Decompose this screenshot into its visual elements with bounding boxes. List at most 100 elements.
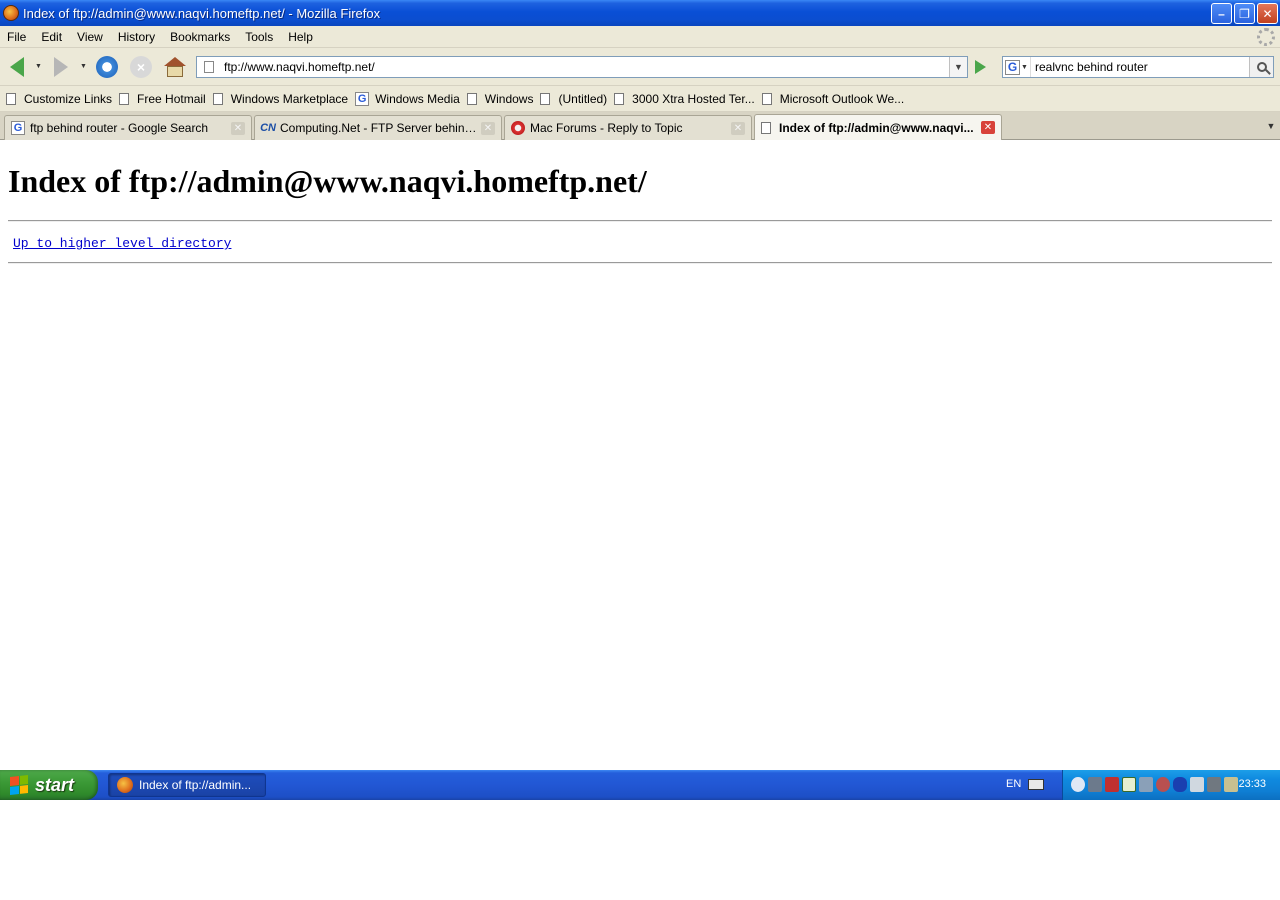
bookmark-customize-links[interactable]: Customize Links xyxy=(6,92,112,106)
search-input[interactable]: realvnc behind router xyxy=(1035,60,1148,74)
bluetooth-icon[interactable] xyxy=(1173,777,1187,792)
url-bar[interactable]: ftp://www.naqvi.homeftp.net/ ▼ xyxy=(196,56,968,78)
search-bar[interactable]: G ▼ realvnc behind router xyxy=(1002,56,1274,78)
security-icon[interactable] xyxy=(1156,777,1170,792)
computing-net-icon: CN xyxy=(260,122,276,134)
tab-computing-net[interactable]: CN Computing.Net - FTP Server behind ro.… xyxy=(254,115,502,140)
home-icon xyxy=(164,57,186,77)
monitor-icon[interactable] xyxy=(1207,777,1221,792)
tab-ftp-index[interactable]: Index of ftp://admin@www.naqvi... ✕ xyxy=(754,114,1002,140)
url-text[interactable]: ftp://www.naqvi.homeftp.net/ xyxy=(224,60,375,74)
bookmark-label: (Untitled) xyxy=(558,91,608,106)
firefox-icon xyxy=(117,777,133,793)
page-icon xyxy=(6,92,16,105)
tab-close-button[interactable]: ✕ xyxy=(481,122,495,135)
keyboard-icon[interactable] xyxy=(1028,779,1044,790)
page-icon xyxy=(204,61,214,73)
bookmark-microsoft-outlook[interactable]: Microsoft Outlook We... xyxy=(761,91,905,106)
page-title: Index of ftp://admin@www.naqvi.homeftp.n… xyxy=(8,163,647,199)
navigation-toolbar: ▼ ▼ × ftp://www.naqvi.homeftp.net/ ▼ G ▼… xyxy=(0,48,1280,86)
tab-label: Index of ftp://admin@www.naqvi... xyxy=(779,120,974,135)
mac-forums-icon xyxy=(511,121,525,135)
search-icon xyxy=(1256,62,1267,72)
bookmark-windows-media[interactable]: G Windows Media xyxy=(355,91,460,106)
taskbar-firefox-button[interactable]: Index of ftp://admin... xyxy=(108,773,266,797)
menu-history[interactable]: History xyxy=(111,30,163,44)
windows-logo-icon xyxy=(10,775,28,795)
taskbar: start Index of ftp://admin... EN 23:33 xyxy=(0,770,1280,800)
tab-close-button[interactable]: ✕ xyxy=(231,122,245,135)
start-button[interactable]: start xyxy=(0,770,98,800)
menu-bar: File Edit View History Bookmarks Tools H… xyxy=(0,26,1280,48)
usb-device-icon[interactable] xyxy=(1224,777,1238,792)
stop-button[interactable]: × xyxy=(128,54,154,80)
url-history-dropdown[interactable]: ▼ xyxy=(949,57,967,77)
close-button[interactable]: ✕ xyxy=(1257,3,1278,24)
tab-close-button[interactable]: ✕ xyxy=(731,122,745,135)
google-icon: G xyxy=(355,91,370,106)
vnc-icon[interactable] xyxy=(1122,777,1136,792)
menu-bookmarks[interactable]: Bookmarks xyxy=(163,30,238,44)
search-button[interactable] xyxy=(1249,57,1273,77)
minimize-button[interactable]: – xyxy=(1211,3,1232,24)
show-hidden-icons-icon[interactable] xyxy=(1071,777,1085,792)
bookmark-label: Microsoft Outlook We... xyxy=(779,91,905,106)
window-titlebar[interactable]: Index of ftp://admin@www.naqvi.homeftp.n… xyxy=(0,0,1280,26)
tray-icons xyxy=(1071,777,1238,792)
forward-history-dropdown[interactable]: ▼ xyxy=(80,63,88,71)
bookmark-label: Free Hotmail xyxy=(137,91,206,106)
network-icon[interactable] xyxy=(1088,777,1102,792)
bookmark-label: 3000 Xtra Hosted Ter... xyxy=(632,91,755,106)
page-icon xyxy=(614,92,625,105)
tab-mac-forums[interactable]: Mac Forums - Reply to Topic ✕ xyxy=(504,115,752,140)
back-button[interactable] xyxy=(4,54,30,80)
menu-edit[interactable]: Edit xyxy=(34,30,70,44)
clock[interactable]: 23:33 xyxy=(1238,778,1266,790)
bookmarks-toolbar: Customize Links Free Hotmail Windows Mar… xyxy=(0,86,1280,112)
page-icon xyxy=(466,92,477,105)
tab-close-button[interactable]: ✕ xyxy=(981,121,995,134)
bookmark-label: Windows xyxy=(484,91,534,106)
page-icon xyxy=(119,92,130,105)
google-icon: G xyxy=(11,121,25,135)
menu-help[interactable]: Help xyxy=(281,30,321,44)
go-button[interactable] xyxy=(970,58,990,76)
bookmark-label: Customize Links xyxy=(24,91,113,106)
stop-icon: × xyxy=(130,56,152,78)
tab-google-search[interactable]: G ftp behind router - Google Search ✕ xyxy=(4,115,252,140)
start-label: start xyxy=(35,774,75,795)
menu-view[interactable]: View xyxy=(70,30,111,44)
bookmark-untitled[interactable]: (Untitled) xyxy=(540,92,607,106)
wireless-icon[interactable] xyxy=(1139,777,1153,792)
pen-icon[interactable] xyxy=(1190,777,1204,792)
forward-arrow-icon xyxy=(54,57,68,77)
tab-strip: G ftp behind router - Google Search ✕ CN… xyxy=(0,112,1280,140)
bookmark-windows[interactable]: Windows xyxy=(466,91,534,106)
reload-icon xyxy=(96,56,118,78)
tab-list-dropdown[interactable]: ▼ xyxy=(1262,114,1280,138)
restore-button[interactable]: ❐ xyxy=(1234,3,1255,24)
bookmark-3000-xtra[interactable]: 3000 Xtra Hosted Ter... xyxy=(614,92,755,106)
page-icon xyxy=(540,92,551,105)
page-content: Index of ftp://admin@www.naqvi.homeftp.n… xyxy=(0,141,1280,770)
search-engine-selector[interactable]: G ▼ xyxy=(1003,57,1031,77)
taskbar-button-label: Index of ftp://admin... xyxy=(139,778,252,792)
forward-button[interactable] xyxy=(48,54,74,80)
language-indicator[interactable]: EN xyxy=(1006,778,1021,790)
back-history-dropdown[interactable]: ▼ xyxy=(35,63,43,71)
bookmark-windows-marketplace[interactable]: Windows Marketplace xyxy=(212,92,348,106)
home-button[interactable] xyxy=(162,54,188,80)
tab-label: Mac Forums - Reply to Topic xyxy=(530,121,683,135)
network-disconnected-icon[interactable] xyxy=(1105,777,1119,792)
reload-button[interactable] xyxy=(94,54,120,80)
up-directory-link[interactable]: Up to higher level directory xyxy=(13,236,231,251)
divider xyxy=(8,262,1272,264)
divider xyxy=(8,220,1272,222)
menu-tools[interactable]: Tools xyxy=(238,30,281,44)
menu-file[interactable]: File xyxy=(0,30,34,44)
bookmark-label: Windows Media xyxy=(375,91,460,106)
page-icon xyxy=(761,92,772,105)
system-tray: 23:33 xyxy=(1062,770,1280,800)
bookmark-free-hotmail[interactable]: Free Hotmail xyxy=(119,92,206,106)
google-icon: G xyxy=(1005,59,1021,75)
